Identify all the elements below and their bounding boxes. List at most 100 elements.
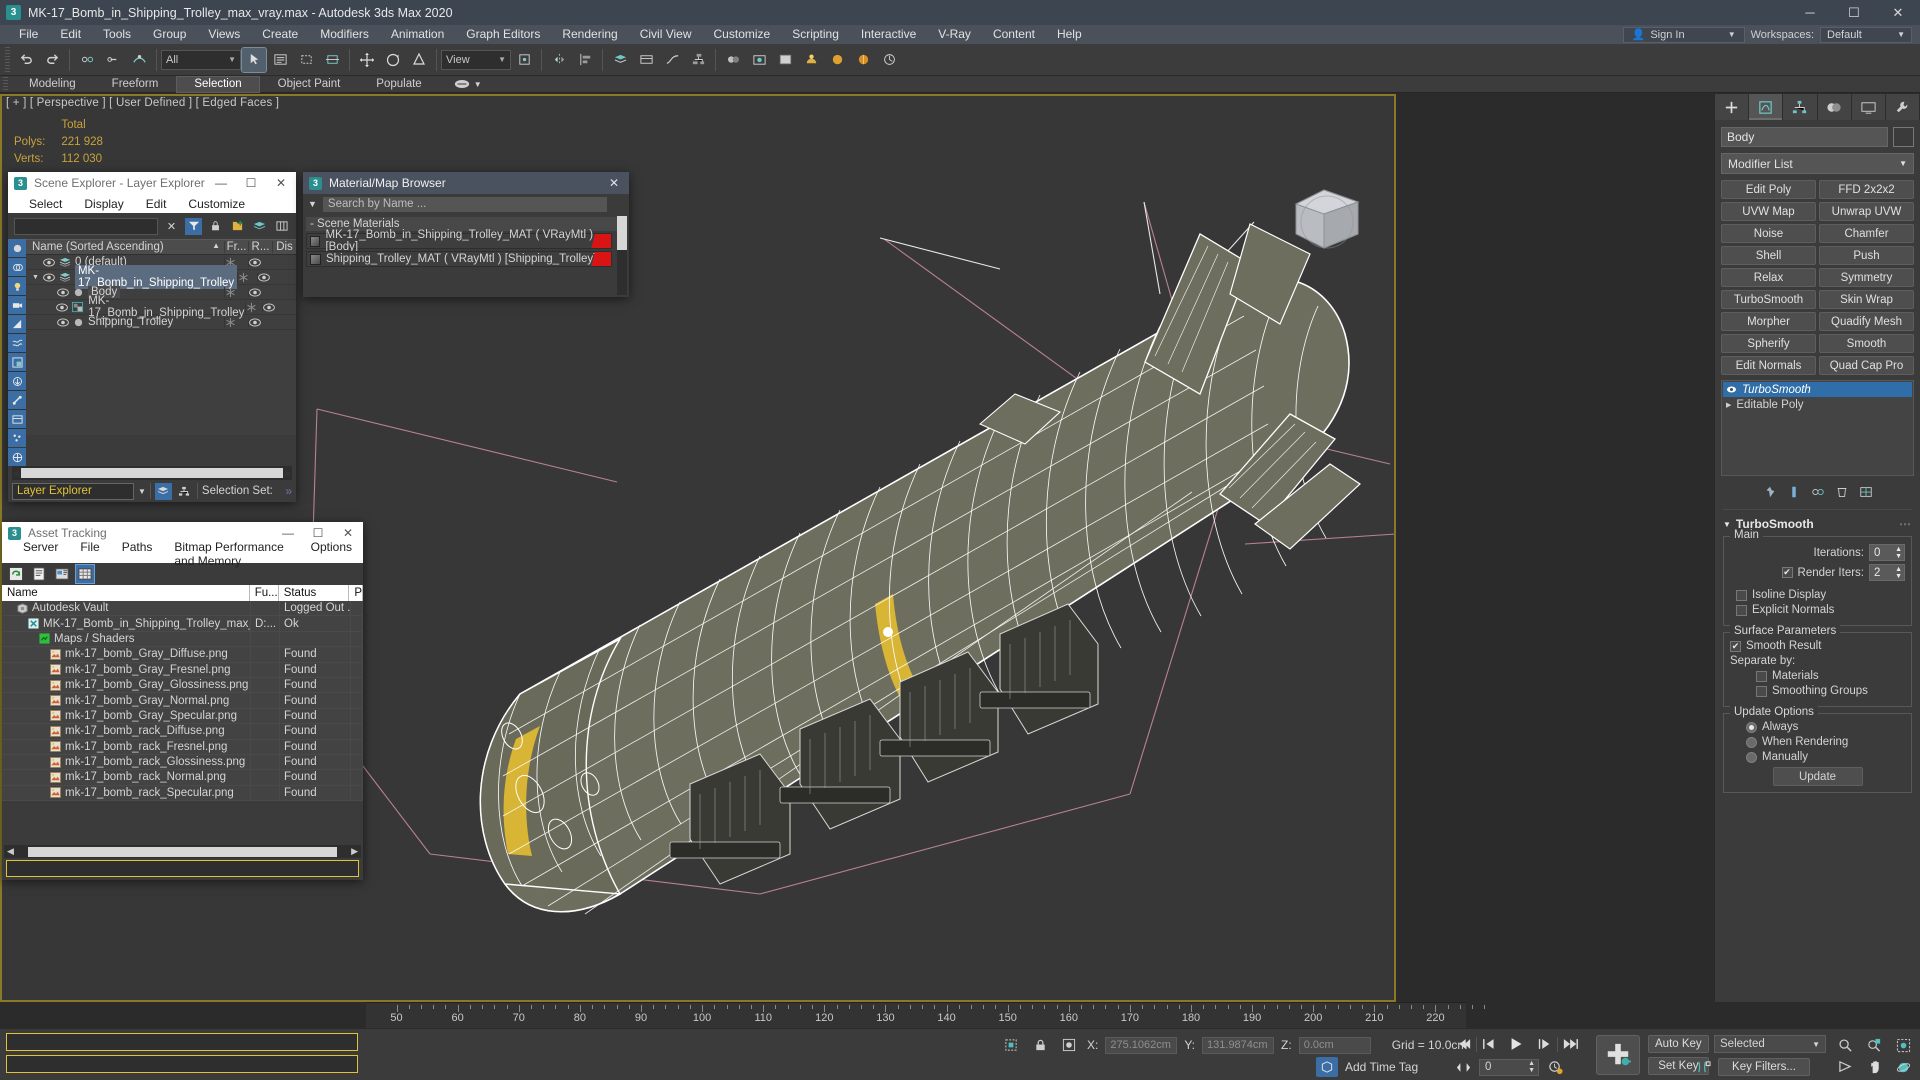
modifier-button-quadify-mesh[interactable]: Quadify Mesh	[1819, 312, 1914, 331]
asset-table-row[interactable]: mk-17_bomb_rack_Specular.png Found	[2, 785, 363, 802]
modifier-button-chamfer[interactable]: Chamfer	[1819, 224, 1914, 243]
add-time-tag-area[interactable]: Add Time Tag	[1316, 1057, 1418, 1077]
material-editor-button[interactable]	[721, 48, 745, 72]
close-button[interactable]: ✕	[266, 172, 296, 194]
menu-modifiers[interactable]: Modifiers	[309, 25, 380, 44]
asset-tracking-menu-server[interactable]: Server	[12, 540, 69, 568]
select-shapes-icon[interactable]	[8, 258, 26, 276]
select-and-move-button[interactable]	[355, 48, 379, 72]
isoline-display-checkbox[interactable]	[1736, 589, 1747, 601]
modifier-button-edit-normals[interactable]: Edit Normals	[1721, 356, 1816, 375]
material-map-browser-window[interactable]: 3 Material/Map Browser ✕ ▼ Search by Nam…	[303, 172, 629, 297]
scene-explorer-menu-display[interactable]: Display	[73, 197, 134, 211]
schematic-view-button[interactable]	[686, 48, 710, 72]
modifier-button-push[interactable]: Push	[1819, 246, 1914, 265]
menu-civil-view[interactable]: Civil View	[629, 25, 703, 44]
ribbon-tab-object-paint[interactable]: Object Paint	[260, 76, 359, 93]
activeshade-button[interactable]	[851, 48, 875, 72]
columns-icon[interactable]	[273, 218, 290, 235]
select-and-rotate-button[interactable]	[381, 48, 405, 72]
scroll-right-icon[interactable]: ▶	[351, 846, 361, 857]
asset-table-row[interactable]: mk-17_bomb_Gray_Glossiness.png Found	[2, 677, 363, 694]
select-by-name-button[interactable]	[268, 48, 292, 72]
material-item[interactable]: MK-17_Bomb_in_Shipping_Trolley_MAT ( VRa…	[306, 229, 612, 253]
layer-mode-icon[interactable]	[154, 482, 172, 500]
configure-modifier-sets-icon[interactable]	[1859, 485, 1873, 499]
asset-table-row[interactable]: mk-17_bomb_Gray_Fresnel.png Found	[2, 662, 363, 678]
header-status[interactable]: Status	[279, 585, 350, 601]
scene-explorer-menu-customize[interactable]: Customize	[177, 197, 256, 211]
scroll-left-icon[interactable]: ◀	[4, 846, 14, 857]
sign-in-button[interactable]: 👤 Sign In ▼	[1622, 26, 1745, 43]
column-render[interactable]: R...	[248, 241, 272, 253]
asset-table-row[interactable]: Autodesk Vault Logged Out ...	[2, 601, 363, 617]
header-full-path[interactable]: Fu...	[250, 585, 279, 601]
delete-modifier-icon[interactable]	[1835, 485, 1849, 499]
layer-manager-button[interactable]	[608, 48, 632, 72]
select-cameras-icon[interactable]	[8, 296, 26, 314]
menu-create[interactable]: Create	[251, 25, 309, 44]
render-iters-spinner[interactable]: 2 ▲ ▼	[1869, 564, 1905, 581]
asset-table-row[interactable]: mk-17_bomb_Gray_Specular.png Found	[2, 708, 363, 725]
select-lights-icon[interactable]	[8, 277, 26, 295]
update-when-rendering-row[interactable]: When Rendering	[1746, 736, 1905, 748]
set-key-toggle-icon[interactable]	[1692, 1057, 1714, 1077]
refresh-icon[interactable]	[7, 565, 25, 583]
menu-help[interactable]: Help	[1046, 25, 1093, 44]
modifier-button-shell[interactable]: Shell	[1721, 246, 1816, 265]
scene-explorer-row[interactable]: Shipping_Trolley	[26, 315, 296, 330]
tab-motion[interactable]	[1817, 94, 1852, 120]
menu-edit[interactable]: Edit	[49, 25, 92, 44]
lock-selection-icon[interactable]	[1029, 1035, 1051, 1055]
menu-rendering[interactable]: Rendering	[551, 25, 628, 44]
asset-tracking-window[interactable]: 3 Asset Tracking — ☐ ✕ Server File Paths Bi…	[2, 522, 363, 880]
isolate-selection-icon[interactable]	[1058, 1035, 1080, 1055]
modifier-button-turbosmooth[interactable]: TurboSmooth	[1721, 290, 1816, 309]
render-iters-checkbox[interactable]	[1781, 567, 1793, 578]
redo-button[interactable]	[40, 48, 64, 72]
bind-to-space-warp-button[interactable]	[127, 48, 151, 72]
asset-table-row[interactable]: mk-17_bomb_rack_Normal.png Found	[2, 770, 363, 786]
x-coordinate-field[interactable]: 275.1062cm	[1105, 1036, 1178, 1054]
modifier-button-morpher[interactable]: Morpher	[1721, 312, 1816, 331]
frozen-cell[interactable]	[237, 271, 257, 283]
render-cell[interactable]	[256, 272, 277, 282]
align-button[interactable]	[573, 48, 597, 72]
ribbon-tab-selection[interactable]: Selection	[176, 75, 260, 93]
select-all-types-icon[interactable]	[8, 448, 26, 466]
add-layer-icon[interactable]	[229, 218, 246, 235]
select-groups-icon[interactable]	[8, 353, 26, 371]
select-region-button[interactable]	[294, 48, 318, 72]
key-mode-toggle-icon[interactable]	[1452, 1057, 1474, 1077]
scene-explorer-row[interactable]: MK-17_Bomb_in_Shipping_Trolley	[26, 295, 296, 319]
frozen-cell[interactable]	[245, 301, 262, 313]
close-button[interactable]: ✕	[599, 172, 629, 194]
menu-group[interactable]: Group	[142, 25, 197, 44]
select-helpers-icon[interactable]	[8, 315, 26, 333]
filter-icon[interactable]	[185, 217, 202, 235]
asset-tracking-menu-options[interactable]: Options	[300, 540, 363, 568]
lock-icon[interactable]	[207, 218, 224, 235]
tab-modify[interactable]	[1749, 94, 1784, 120]
modifier-button-spherify[interactable]: Spherify	[1721, 334, 1816, 353]
column-name[interactable]: Name (Sorted Ascending) ▲	[26, 241, 224, 253]
more-icon[interactable]: »	[285, 484, 292, 498]
menu-views[interactable]: Views	[197, 25, 251, 44]
reference-coordinate-combo[interactable]: View ▼	[441, 49, 511, 70]
drag-handle-icon[interactable]: ⋯	[1899, 517, 1912, 531]
iterations-spinner[interactable]: 0 ▲ ▼	[1869, 544, 1905, 561]
select-space-warps-icon[interactable]	[8, 334, 26, 352]
menu-file[interactable]: File	[8, 25, 49, 44]
workspace-combo[interactable]: Default ▼	[1820, 26, 1912, 43]
curve-editor-button[interactable]	[660, 48, 684, 72]
menu-interactive[interactable]: Interactive	[850, 25, 927, 44]
asset-horizontal-scrollbar[interactable]: ◀ ▶	[4, 845, 361, 858]
expand-arrow-icon[interactable]: ▼	[32, 274, 39, 281]
minimize-button[interactable]: —	[206, 172, 236, 194]
render-cell[interactable]	[248, 257, 272, 267]
play-animation-button[interactable]	[1503, 1034, 1531, 1054]
show-end-result-icon[interactable]	[1787, 485, 1801, 499]
pin-stack-icon[interactable]	[1763, 485, 1777, 499]
materials-checkbox[interactable]	[1756, 670, 1767, 682]
render-cell[interactable]	[248, 317, 272, 327]
